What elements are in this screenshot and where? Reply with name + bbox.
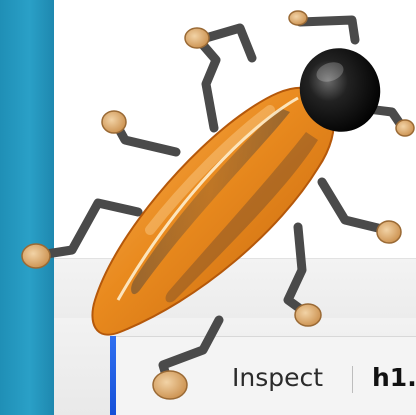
- firebug-bug-icon[interactable]: [0, 0, 416, 415]
- firebug-zoomed-view: Inspect h1.: [0, 0, 416, 415]
